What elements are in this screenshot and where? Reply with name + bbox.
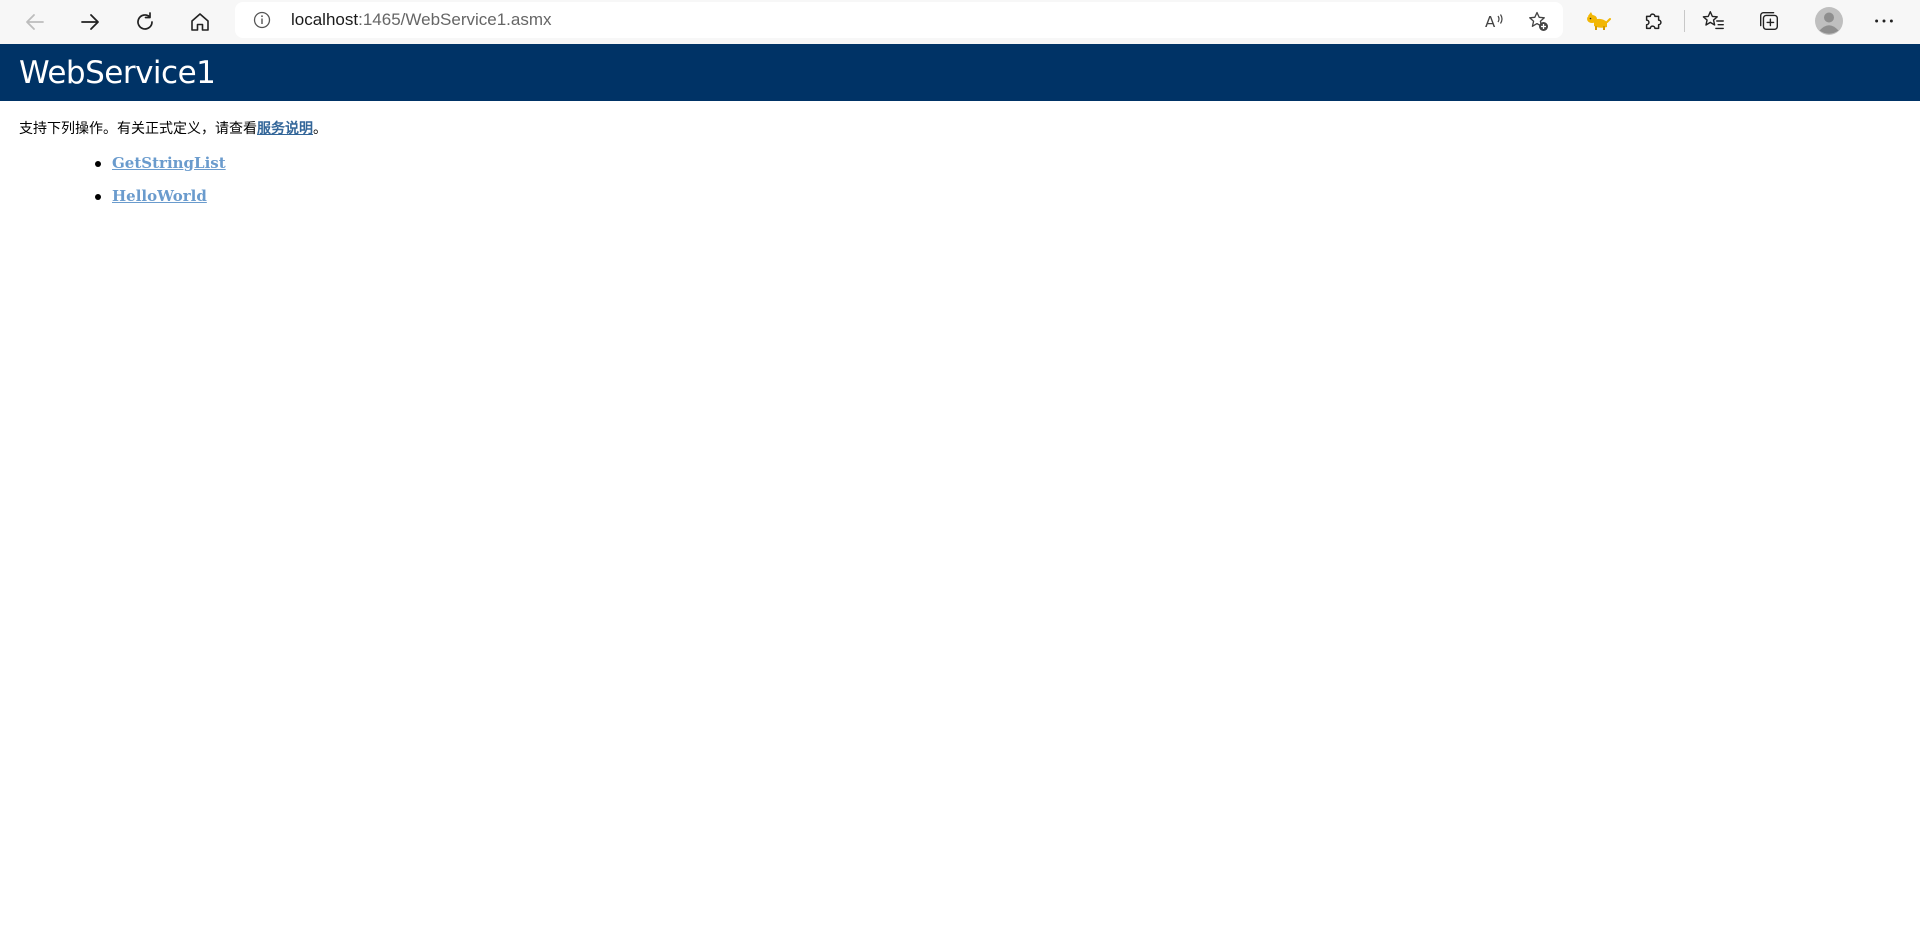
back-button[interactable] — [17, 6, 53, 38]
profile-button[interactable] — [1814, 6, 1844, 36]
page-title: WebService1 — [19, 55, 216, 91]
address-bar[interactable]: localhost:1465/WebService1.asmx A — [235, 2, 1563, 38]
toolbar-separator — [1684, 10, 1685, 32]
more-dots-icon — [1875, 19, 1893, 23]
operation-link-helloworld[interactable]: HelloWorld — [112, 187, 207, 205]
arrow-left-icon — [26, 14, 44, 30]
collections-button[interactable] — [1756, 8, 1782, 34]
arrow-right-icon — [81, 14, 99, 30]
list-item: HelloWorld — [94, 185, 226, 218]
more-button[interactable] — [1871, 8, 1897, 34]
intro-paragraph: 支持下列操作。有关正式定义，请查看服务说明。 — [19, 120, 327, 138]
cat-extension-icon — [1587, 12, 1611, 30]
extensions-button[interactable] — [1641, 8, 1667, 34]
cat-extension-button[interactable] — [1585, 8, 1611, 34]
url-text[interactable]: localhost:1465/WebService1.asmx — [291, 11, 552, 29]
favorites-button[interactable] — [1701, 8, 1727, 34]
refresh-button[interactable] — [127, 6, 163, 38]
info-circle-icon[interactable] — [253, 11, 271, 29]
url-host: localhost — [291, 10, 359, 29]
bullet — [95, 161, 101, 167]
star-plus-icon[interactable] — [1527, 10, 1549, 32]
operations-list: GetStringList HelloWorld — [94, 152, 226, 218]
home-icon — [191, 13, 209, 31]
intro-text: 支持下列操作。有关正式定义，请查看 — [19, 121, 257, 137]
read-aloud-icon[interactable]: A — [1483, 10, 1505, 32]
puzzle-icon — [1645, 13, 1662, 30]
home-button[interactable] — [182, 6, 218, 38]
avatar-icon — [1815, 7, 1843, 35]
forward-button[interactable] — [72, 6, 108, 38]
refresh-icon — [137, 12, 153, 30]
svg-text:A: A — [1485, 13, 1496, 31]
page-header: WebService1 — [0, 44, 1920, 101]
url-path: :1465/WebService1.asmx — [358, 10, 552, 29]
collections-icon — [1760, 12, 1778, 31]
browser-toolbar: localhost:1465/WebService1.asmx A — [0, 0, 1920, 44]
favorites-list-icon — [1702, 11, 1724, 30]
operation-link-getstringlist[interactable]: GetStringList — [112, 154, 226, 172]
bullet — [95, 194, 101, 200]
list-item: GetStringList — [94, 152, 226, 185]
service-description-link[interactable]: 服务说明 — [257, 121, 313, 137]
intro-end: 。 — [313, 121, 327, 137]
